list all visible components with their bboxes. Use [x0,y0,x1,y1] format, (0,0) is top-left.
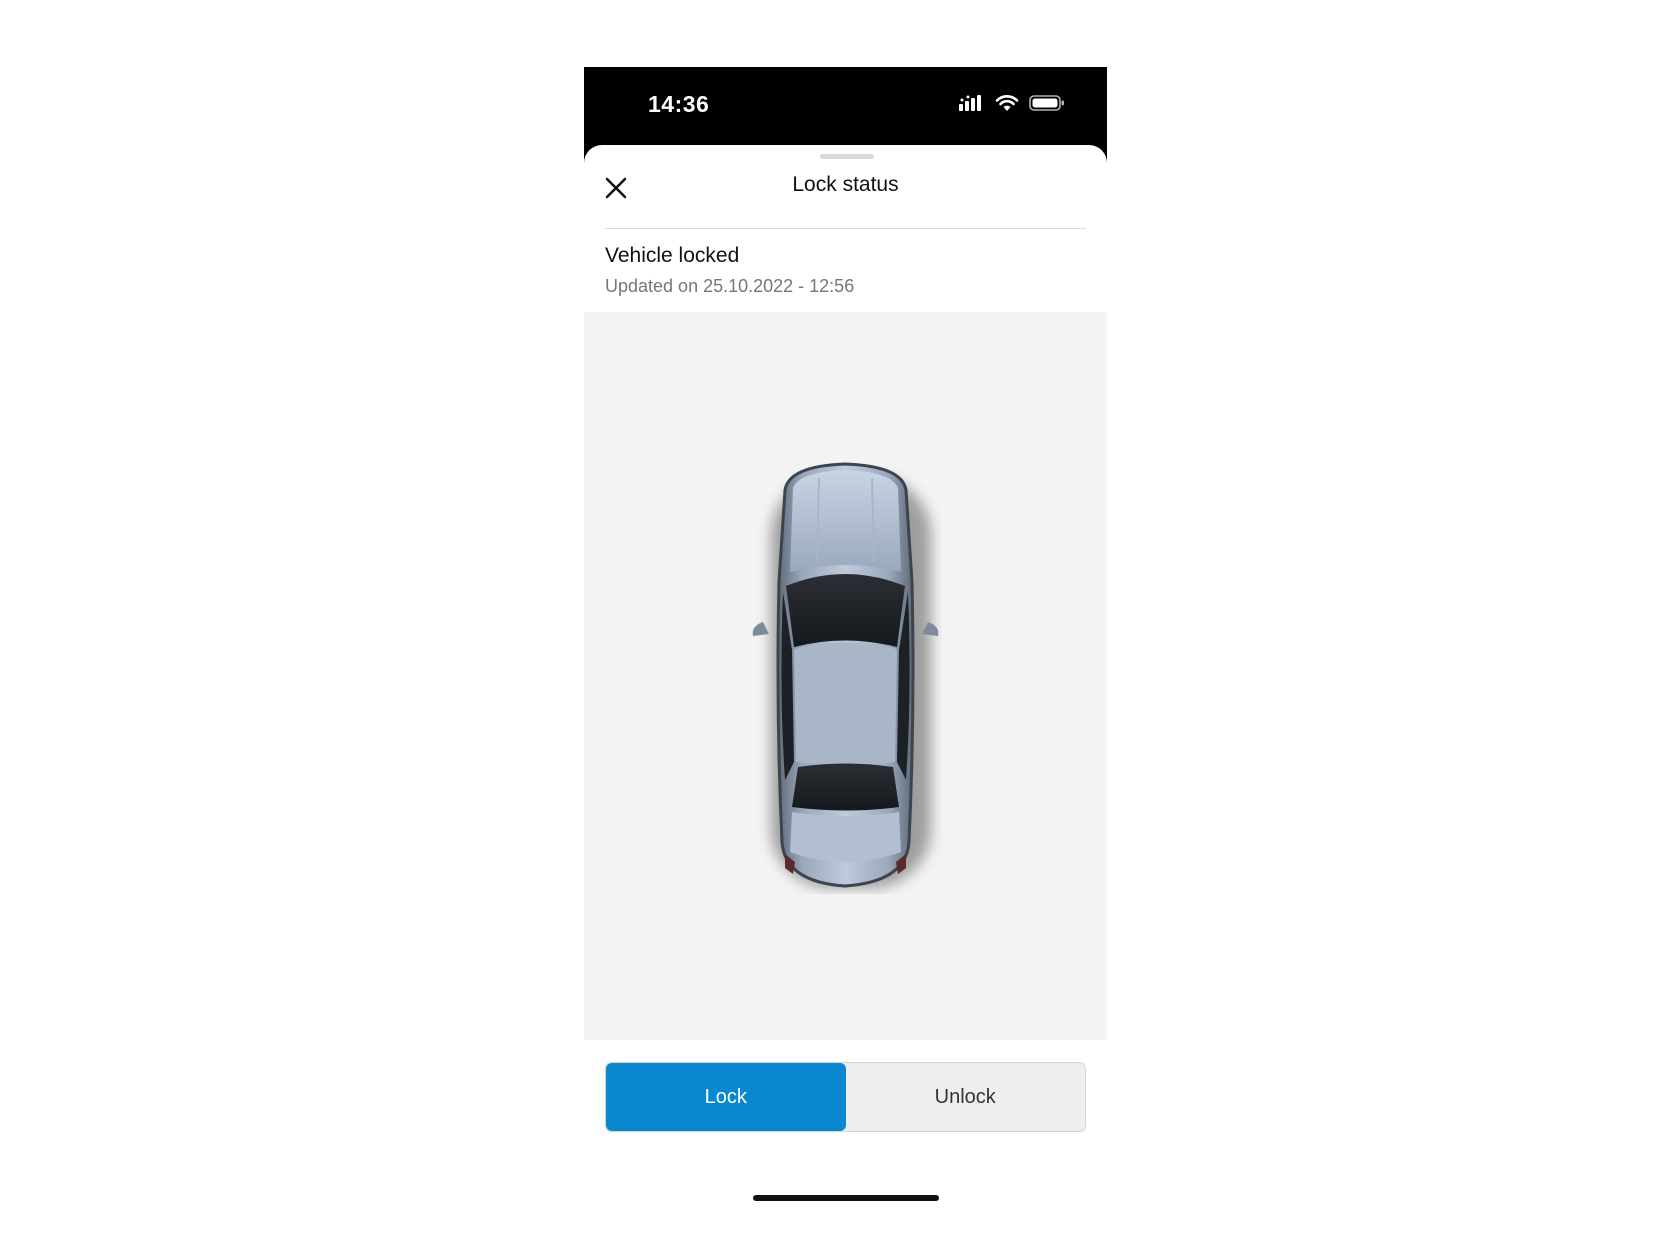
status-time: 14:36 [648,91,710,117]
status-icons [959,94,1065,117]
unlock-button[interactable]: Unlock [846,1063,1086,1131]
battery-icon [1029,94,1065,117]
vehicle-image-area [584,312,1107,1040]
lock-status-sheet: Lock status Vehicle locked Updated on 25… [584,145,1107,1260]
sheet-grabber[interactable] [820,154,874,159]
signal-icon [959,94,985,117]
wifi-icon [995,94,1019,117]
lock-unlock-toggle[interactable]: Lock Unlock [605,1062,1086,1132]
header-divider [605,228,1086,229]
car-top-view-image [752,462,939,888]
lock-button[interactable]: Lock [606,1063,846,1131]
home-indicator[interactable] [753,1195,939,1201]
lock-status-headline: Vehicle locked [605,244,740,267]
phone-screen: 14:36 Lock status Vehicle locked Updated… [584,67,1107,1260]
lock-status-timestamp: Updated on 25.10.2022 - 12:56 [605,276,855,296]
sheet-title: Lock status [792,173,899,196]
